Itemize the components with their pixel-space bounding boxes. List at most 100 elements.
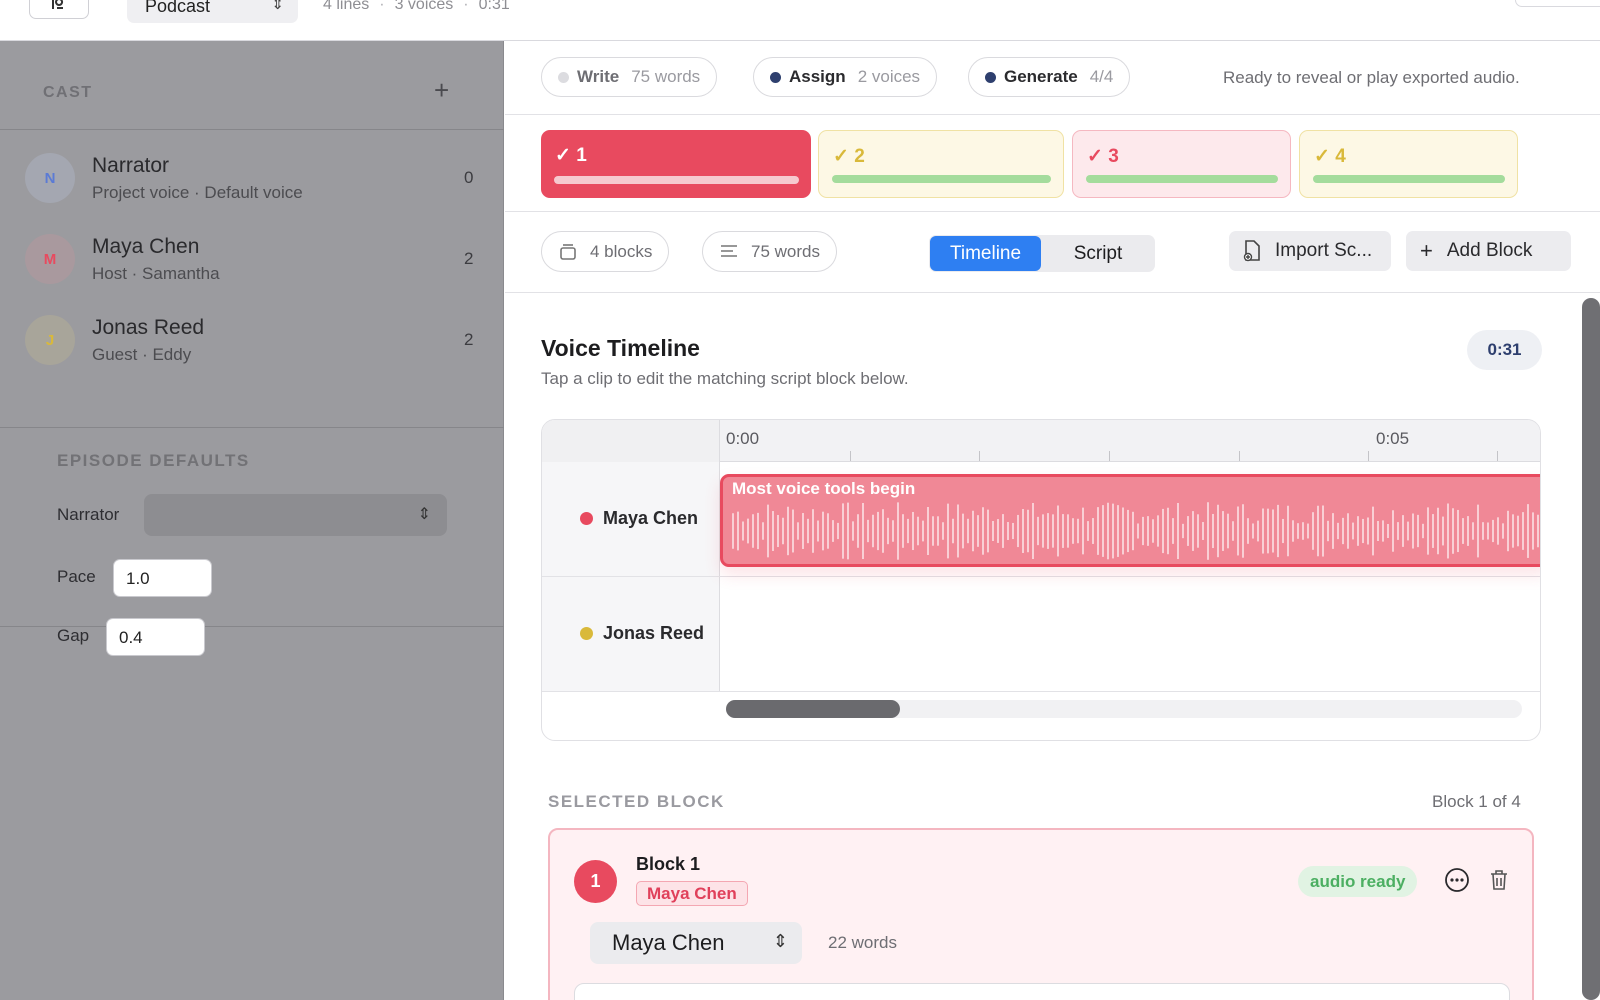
tick [1109, 451, 1110, 461]
app-logo-icon [52, 0, 64, 9]
tick [850, 451, 851, 461]
avatar: M [25, 234, 75, 284]
step-label: Assign [789, 67, 846, 86]
import-script-label: Import Sc... [1275, 240, 1373, 261]
horizontal-scroll-thumb[interactable] [726, 700, 900, 718]
track-maya-chen: Maya Chen Most voice tools begin [542, 462, 1540, 577]
block-progress-bar [554, 176, 799, 184]
block-progress-bar [1086, 175, 1278, 183]
tab-script[interactable]: Script [1042, 236, 1154, 271]
tick [1497, 451, 1498, 461]
pace-input[interactable]: 1.0 [113, 559, 212, 597]
step-status-dot [985, 71, 996, 83]
timeline-subtitle: Tap a clip to edit the matching script b… [541, 369, 909, 388]
step-generate[interactable]: Generate 4/4 [968, 57, 1131, 97]
block-chip-1[interactable]: ✓ 1 [541, 130, 811, 198]
horizontal-scrollbar[interactable] [726, 700, 1522, 718]
step-label: Write [577, 67, 620, 86]
add-block-label: Add Block [1446, 240, 1533, 261]
meta-separator: · [379, 0, 385, 13]
block-title: Block 1 [636, 854, 701, 874]
tab-timeline[interactable]: Timeline [930, 236, 1041, 271]
top-right-button[interactable] [1515, 0, 1600, 7]
cast-subtitle: Project voice · Default voice [92, 183, 303, 202]
voice-select[interactable]: Maya Chen ⇕ [590, 922, 802, 964]
tick-label: 0:00 [726, 429, 760, 448]
step-assign[interactable]: Assign 2 voices [753, 57, 938, 97]
more-options-button[interactable] [1444, 867, 1470, 893]
check-icon: ✓ [1314, 146, 1330, 167]
episode-defaults-heading: EPISODE DEFAULTS [57, 451, 250, 470]
import-script-button[interactable]: Import Sc... [1229, 231, 1391, 271]
narrator-select[interactable]: ⇕ [144, 494, 447, 536]
app-menu-button[interactable] [29, 0, 89, 19]
block-chip-2[interactable]: ✓ 2 [818, 130, 1064, 198]
status-message: Ready to reveal or play exported audio. [1223, 68, 1520, 87]
block-text-input[interactable]: Most voice tools begin with a single voi… [574, 983, 1510, 1000]
block-number-badge: 1 [574, 860, 617, 903]
divider [0, 427, 504, 428]
timeline-clip[interactable]: Most voice tools begin [720, 474, 1540, 567]
cast-heading: CAST [43, 84, 93, 101]
avatar: N [25, 153, 75, 203]
lines-count: 4 lines [323, 0, 370, 13]
check-icon: ✓ [833, 146, 849, 167]
narrator-label: Narrator [57, 505, 120, 524]
block-chip-3[interactable]: ✓ 3 [1072, 130, 1291, 198]
chevron-updown-icon: ⇕ [271, 0, 284, 13]
tick [1239, 451, 1240, 461]
add-cast-button[interactable]: + [434, 77, 449, 103]
cast-subtitle: Guest · Eddy [92, 345, 192, 364]
block-chip-number: 2 [854, 146, 865, 167]
step-count: 75 words [631, 67, 701, 86]
project-duration: 0:31 [478, 0, 510, 13]
cast-subtitle: Host · Samantha [92, 264, 220, 283]
cast-name: Jonas Reed [92, 316, 205, 339]
vertical-scrollbar[interactable] [1582, 298, 1600, 1000]
voice-select-value: Maya Chen [612, 930, 725, 955]
block-chip-label: ✓ 4 [1314, 145, 1346, 168]
cast-line-count: 2 [464, 330, 474, 349]
block-chip-4[interactable]: ✓ 4 [1299, 130, 1518, 198]
cast-item-maya-chen[interactable]: M Maya Chen Host · Samantha 2 [0, 222, 504, 302]
text-lines-icon [721, 244, 737, 257]
step-write[interactable]: Write 75 words [541, 57, 718, 97]
add-block-button[interactable]: + Add Block [1406, 231, 1571, 271]
block-word-count: 22 words [828, 933, 897, 952]
chevron-updown-icon: ⇕ [417, 506, 431, 523]
timeline-duration-badge: 0:31 [1467, 330, 1542, 370]
ellipsis-circle-icon [1445, 868, 1469, 892]
cast-line-count: 2 [464, 249, 474, 268]
cast-line-count: 0 [464, 168, 474, 187]
block-progress-bar [832, 175, 1051, 183]
workflow-steps: Write 75 words Assign 2 voices Generate … [505, 41, 1600, 115]
plus-icon: + [434, 75, 450, 105]
block-chip-label: ✓ 1 [555, 144, 587, 167]
cast-name: Maya Chen [92, 235, 200, 258]
plus-icon: + [1420, 238, 1433, 263]
tick-label: 0:05 [1376, 429, 1410, 448]
selected-block-position: Block 1 of 4 [1432, 792, 1521, 811]
file-plus-icon [1243, 240, 1260, 262]
cast-item-narrator[interactable]: N Narrator Project voice · Default voice… [0, 141, 504, 221]
gap-input[interactable]: 0.4 [106, 618, 205, 656]
track-label: Maya Chen [580, 508, 698, 529]
step-count: 2 voices [857, 67, 921, 86]
delete-block-button[interactable] [1486, 867, 1512, 893]
timeline-ruler[interactable]: 0:00 0:05 [542, 420, 1540, 462]
words-count-pill: 75 words [702, 231, 837, 272]
cast-item-jonas-reed[interactable]: J Jonas Reed Guest · Eddy 2 [0, 303, 504, 383]
divider [0, 129, 504, 130]
trash-icon [1491, 870, 1507, 890]
block-chip-number: 3 [1108, 146, 1119, 167]
project-type-value: Podcast [145, 0, 211, 16]
avatar: J [25, 315, 75, 365]
track-name: Maya Chen [603, 508, 699, 528]
voice-tag: Maya Chen [636, 881, 748, 906]
block-chip-label: ✓ 3 [1087, 145, 1119, 168]
track-color-dot [580, 627, 593, 640]
step-status-dot [558, 71, 569, 83]
step-label: Generate [1004, 67, 1078, 86]
tick [979, 451, 980, 461]
project-type-select[interactable]: Podcast ⇕ [127, 0, 298, 23]
